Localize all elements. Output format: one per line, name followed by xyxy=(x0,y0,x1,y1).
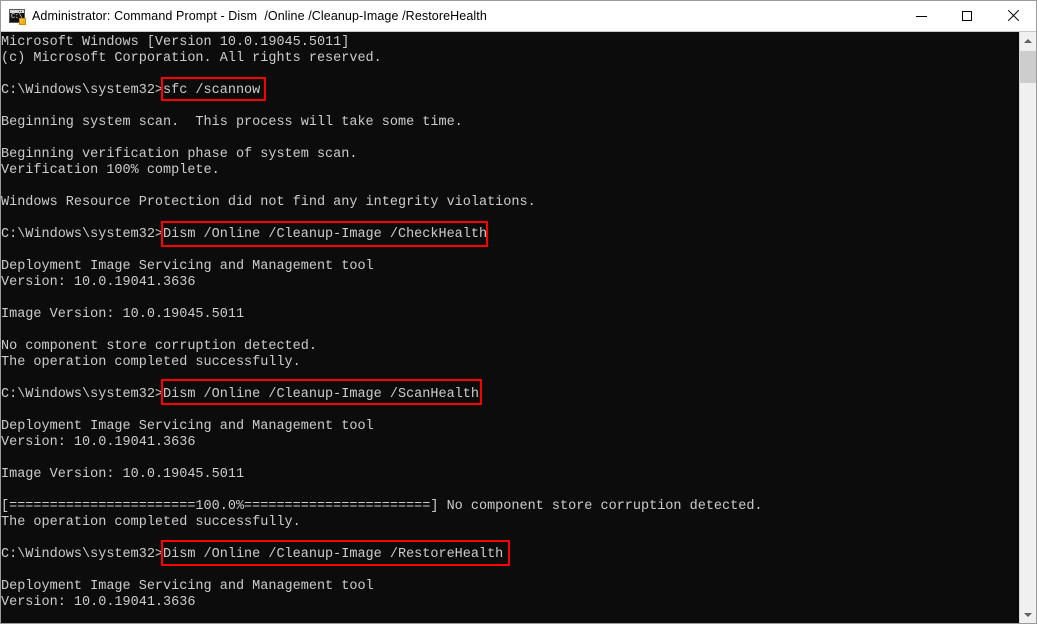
console-line: Beginning system scan. This process will… xyxy=(1,115,463,130)
command-prompt-window: C:\ Administrator: Command Prompt - Dism… xyxy=(0,0,1037,624)
cmd-icon: C:\ xyxy=(9,8,26,25)
console-scrollbar[interactable] xyxy=(1019,32,1036,623)
console-output[interactable]: Microsoft Windows [Version 10.0.19045.50… xyxy=(1,32,1019,623)
console-line: Windows Resource Protection did not find… xyxy=(1,195,536,210)
console-line: C:\Windows\system32>Dism /Online /Cleanu… xyxy=(1,387,479,402)
maximize-button[interactable] xyxy=(944,1,990,31)
console-line: Image Version: 10.0.19045.5011 xyxy=(1,467,245,482)
close-button[interactable] xyxy=(990,1,1036,31)
maximize-icon xyxy=(962,11,972,21)
console-line: Version: 10.0.19041.3636 xyxy=(1,435,196,450)
scroll-down-arrow-icon xyxy=(1024,612,1032,617)
shield-overlay-icon xyxy=(19,18,26,25)
scroll-up-arrow-icon xyxy=(1024,38,1032,43)
console-area: Microsoft Windows [Version 10.0.19045.50… xyxy=(1,32,1036,623)
console-line: Deployment Image Servicing and Managemen… xyxy=(1,259,374,274)
console-line: Deployment Image Servicing and Managemen… xyxy=(1,579,374,594)
scrollbar-track[interactable] xyxy=(1020,49,1036,606)
console-line: Version: 10.0.19041.3636 xyxy=(1,595,196,610)
console-line: C:\Windows\system32>Dism /Online /Cleanu… xyxy=(1,547,504,562)
console-line: Verification 100% complete. xyxy=(1,163,220,178)
console-line: Beginning verification phase of system s… xyxy=(1,147,358,162)
console-text-lines: Microsoft Windows [Version 10.0.19045.50… xyxy=(1,35,1019,611)
console-line: C:\Windows\system32>Dism /Online /Cleanu… xyxy=(1,227,488,242)
console-line: No component store corruption detected. xyxy=(1,339,317,354)
minimize-icon xyxy=(915,15,927,17)
console-line: Microsoft Windows [Version 10.0.19045.50… xyxy=(1,35,350,50)
minimize-button[interactable] xyxy=(898,1,944,31)
console-line: The operation completed successfully. xyxy=(1,355,301,370)
console-line: Version: 10.0.19041.3636 xyxy=(1,275,196,290)
console-line: Deployment Image Servicing and Managemen… xyxy=(1,419,374,434)
console-line: (c) Microsoft Corporation. All rights re… xyxy=(1,51,382,66)
close-icon xyxy=(1007,10,1019,22)
console-line: [=======================100.0%==========… xyxy=(1,499,763,514)
window-controls xyxy=(898,1,1036,31)
window-title: Administrator: Command Prompt - Dism /On… xyxy=(32,9,487,23)
title-bar[interactable]: C:\ Administrator: Command Prompt - Dism… xyxy=(1,1,1036,32)
console-line: Image Version: 10.0.19045.5011 xyxy=(1,307,245,322)
console-line: C:\Windows\system32>sfc /scannow xyxy=(1,83,261,98)
scroll-up-button[interactable] xyxy=(1020,32,1036,49)
scrollbar-thumb[interactable] xyxy=(1020,51,1036,83)
scroll-down-button[interactable] xyxy=(1020,606,1036,623)
console-line: The operation completed successfully. xyxy=(1,515,301,530)
